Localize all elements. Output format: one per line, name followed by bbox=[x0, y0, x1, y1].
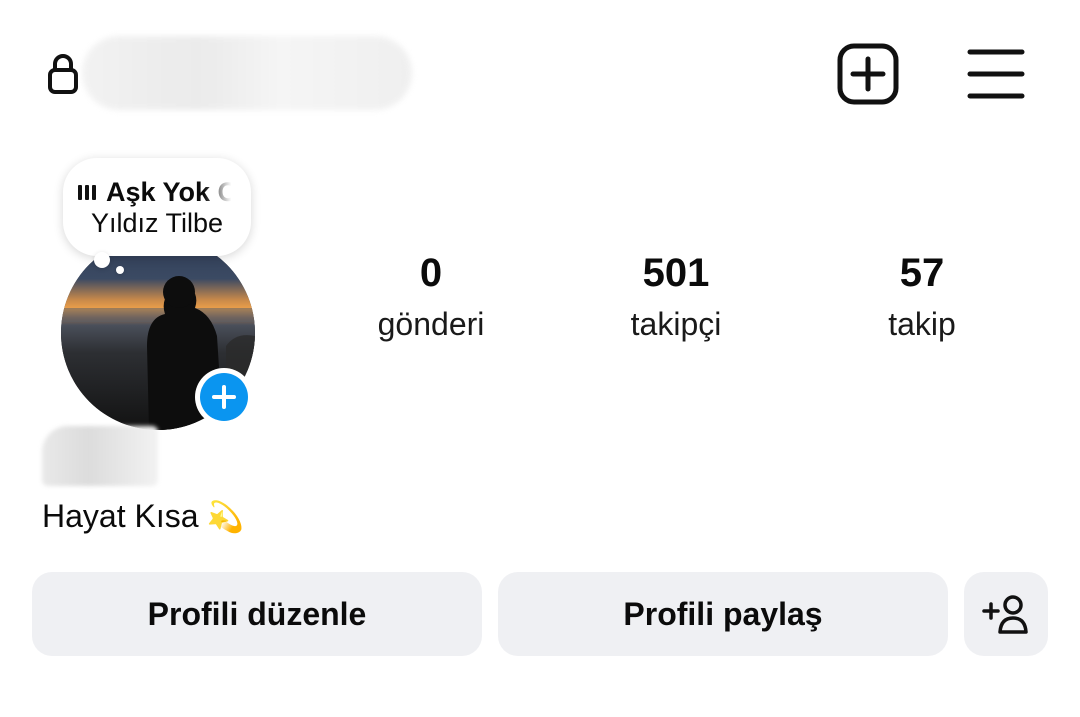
username-redacted[interactable] bbox=[82, 36, 412, 110]
stat-posts[interactable]: 0 gönderi bbox=[331, 248, 531, 344]
note-artist: Yıldız Tilbe bbox=[90, 208, 224, 238]
add-person-icon bbox=[982, 595, 1028, 634]
stat-followers[interactable]: 501 takipçi bbox=[576, 248, 776, 344]
menu-button[interactable] bbox=[966, 46, 1026, 102]
add-friend-button[interactable] bbox=[964, 572, 1048, 656]
note-song-line: Aşk Yok O bbox=[78, 176, 238, 208]
plus-square-icon bbox=[837, 43, 899, 105]
add-story-button[interactable] bbox=[195, 368, 253, 426]
stat-following[interactable]: 57 takip bbox=[822, 248, 1022, 344]
music-bars-icon bbox=[78, 184, 96, 200]
note-bubble-tail-small bbox=[116, 266, 124, 274]
stat-following-value: 57 bbox=[899, 251, 945, 295]
add-post-button[interactable] bbox=[836, 42, 900, 106]
stat-followers-value: 501 bbox=[642, 251, 710, 295]
stat-followers-label: takipçi bbox=[630, 306, 722, 342]
dizzy-emoji: 💫 bbox=[206, 500, 244, 535]
bio: Hayat Kısa 💫 bbox=[42, 496, 244, 538]
lock-icon bbox=[46, 52, 80, 96]
note-bubble-tail bbox=[94, 252, 110, 268]
bio-text: Hayat Kısa bbox=[42, 498, 199, 534]
display-name-redacted bbox=[42, 426, 158, 486]
stat-following-label: takip bbox=[888, 306, 956, 342]
stat-posts-label: gönderi bbox=[377, 306, 485, 342]
profile-page: Aşk Yok O Yıldız Tilbe 0 gönderi 501 tak… bbox=[0, 0, 1080, 717]
stat-posts-value: 0 bbox=[419, 251, 443, 295]
edit-profile-button[interactable]: Profili düzenle bbox=[32, 572, 482, 656]
share-profile-button[interactable]: Profili paylaş bbox=[498, 572, 948, 656]
hamburger-menu-icon bbox=[967, 49, 1025, 99]
plus-icon bbox=[200, 373, 248, 421]
